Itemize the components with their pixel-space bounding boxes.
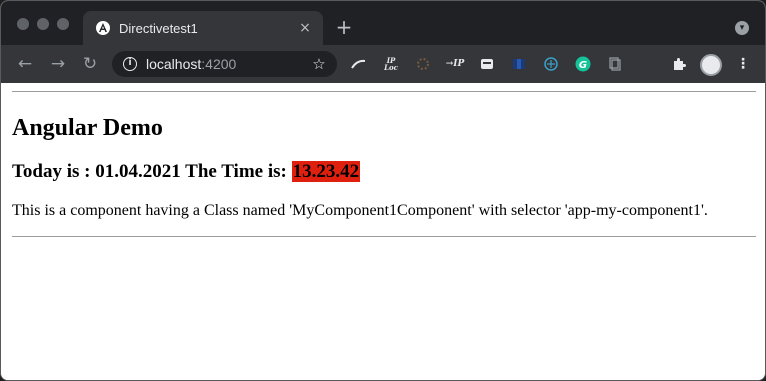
profile-avatar[interactable] bbox=[700, 54, 722, 76]
page-viewport: Angular Demo Today is : 01.04.2021 The T… bbox=[1, 83, 765, 380]
bookmark-star-icon[interactable]: ☆ bbox=[310, 54, 328, 74]
tab-search-icon[interactable]: ▾ bbox=[735, 21, 749, 35]
url-port: :4200 bbox=[201, 56, 237, 72]
puzzle-extensions-icon[interactable] bbox=[671, 56, 687, 72]
extension-icon[interactable] bbox=[543, 56, 559, 72]
tab-title: Directivetest1 bbox=[119, 20, 198, 36]
svg-text:G: G bbox=[579, 60, 587, 71]
address-bar[interactable]: i localhost:4200 ☆ bbox=[112, 51, 337, 77]
ip-icon[interactable]: →IP bbox=[446, 56, 465, 72]
extension-icon[interactable] bbox=[607, 56, 623, 72]
minimize-window-button[interactable] bbox=[37, 18, 49, 30]
new-tab-button[interactable]: + bbox=[334, 17, 354, 37]
browser-toolbar: ← → ↻ i localhost:4200 ☆ IP Loc →IP G ⋮ bbox=[1, 45, 765, 83]
extension-icon[interactable] bbox=[479, 56, 495, 72]
extension-icon[interactable] bbox=[511, 56, 527, 72]
bottom-divider bbox=[12, 236, 756, 237]
reload-icon[interactable]: ↻ bbox=[80, 54, 100, 74]
site-info-icon[interactable]: i bbox=[123, 57, 137, 71]
grammarly-icon[interactable]: G bbox=[575, 56, 591, 72]
angular-logo-icon bbox=[95, 20, 111, 36]
url-host: localhost bbox=[146, 56, 202, 72]
time-value: 13.23.42 bbox=[291, 161, 361, 182]
menu-dots-icon[interactable]: ⋮ bbox=[736, 54, 750, 74]
date-time-heading: Today is : 01.04.2021 The Time is: 13.23… bbox=[12, 161, 361, 183]
extension-icon[interactable] bbox=[351, 56, 367, 72]
tab-directivetest1[interactable]: Directivetest1 × bbox=[83, 11, 323, 45]
page-title: Angular Demo bbox=[12, 115, 163, 141]
browser-window: Directivetest1 × + ▾ ← → ↻ i localhost:4… bbox=[0, 0, 766, 381]
date-text: Today is : 01.04.2021 The Time is: bbox=[12, 161, 292, 182]
back-arrow-icon[interactable]: ← bbox=[15, 54, 35, 74]
maximize-window-button[interactable] bbox=[57, 18, 69, 30]
close-tab-icon[interactable]: × bbox=[297, 20, 313, 36]
url-text[interactable]: localhost:4200 bbox=[146, 56, 236, 72]
component-description: This is a component having a Class named… bbox=[12, 202, 708, 219]
top-divider bbox=[12, 91, 756, 92]
close-window-button[interactable] bbox=[17, 18, 29, 30]
forward-arrow-icon[interactable]: → bbox=[48, 54, 68, 74]
extension-icon[interactable] bbox=[415, 56, 431, 72]
tab-strip: Directivetest1 × + ▾ bbox=[1, 1, 765, 45]
ip-loc-icon[interactable]: IP Loc bbox=[383, 56, 399, 72]
